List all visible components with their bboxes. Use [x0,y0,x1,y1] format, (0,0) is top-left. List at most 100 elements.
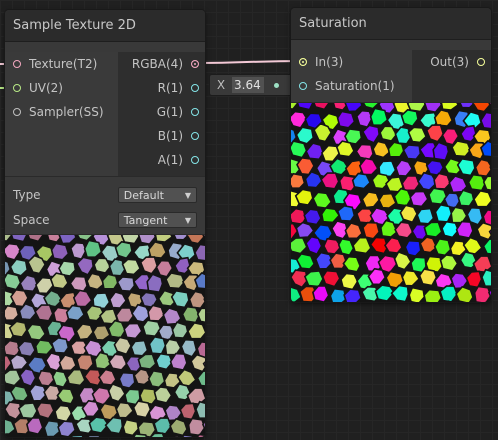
voronoi-cell [451,140,472,158]
port-r[interactable]: R(1) [158,76,199,100]
port-rgba[interactable]: RGBA(4) [132,52,199,76]
voronoi-cell [49,272,69,290]
voronoi-cell [335,140,355,158]
voronoi-cell [148,335,167,355]
texture-preview[interactable] [5,222,205,437]
port-out[interactable]: Out(3) [430,50,485,74]
voronoi-cell [118,371,136,390]
axis-label: X [216,78,226,92]
type-dropdown[interactable]: Default ▼ [117,187,197,203]
port-label: In(3) [315,55,344,69]
voronoi-cell [399,204,419,224]
voronoi-cell [5,304,20,322]
voronoi-cell [83,239,103,259]
sample-texture-2d-node[interactable]: Sample Texture 2D Texture(T2) UV(2) Samp… [5,10,205,437]
voronoi-cell [132,400,152,419]
port-label: UV(2) [29,81,63,95]
voronoi-cell [26,417,44,436]
voronoi-cell [291,172,306,190]
voronoi-cell [51,370,69,389]
voronoi-cell [17,402,38,420]
space-label: Space [13,213,50,227]
voronoi-cell [121,258,142,276]
voronoi-cell [291,140,308,159]
voronoi-cell [312,285,330,302]
space-value: Tangent [123,213,168,227]
voronoi-cell [433,172,452,190]
port-label: Out(3) [430,55,469,69]
voronoi-cell [457,189,475,207]
voronoi-cell [404,239,422,258]
port-label: G(1) [156,105,183,119]
voronoi-cell [418,268,438,287]
wire-rgba-to-in[interactable] [198,60,305,64]
port-sampler[interactable]: Sampler(SS) [13,100,104,124]
type-value: Default [123,188,164,202]
ports-area: Texture(T2) UV(2) Sampler(SS) RGBA(4) R(… [5,52,205,176]
voronoi-cell [336,110,356,129]
output-ports: RGBA(4) R(1) G(1) B(1) A(1) [118,52,205,176]
voronoi-cell [416,207,435,225]
voronoi-cell [147,369,166,389]
port-saturation[interactable]: Saturation(1) [299,74,395,98]
voronoi-cell [50,242,70,261]
space-dropdown[interactable]: Tangent ▼ [117,212,197,228]
voronoi-cell [473,285,491,302]
type-label: Type [13,188,41,202]
output-ports: Out(3) [412,50,491,102]
a-port-icon[interactable] [191,156,199,164]
sampler-port-icon[interactable] [13,108,21,116]
saturation-port-icon[interactable] [299,82,307,90]
voronoi-cell [336,204,356,222]
voronoi-cell [434,203,453,223]
saturation-preview[interactable] [291,90,491,302]
port-label: Saturation(1) [315,79,395,93]
texture-port-icon[interactable] [13,60,21,68]
texture-preview-image [5,222,205,437]
voronoi-cell [407,126,428,144]
voronoi-cell [423,288,443,302]
saturation-preview-image [291,90,491,302]
voronoi-cell [467,173,487,192]
g-port-icon[interactable] [191,108,199,116]
node-title[interactable]: Saturation [291,8,491,40]
voronoi-cell [139,291,159,309]
voronoi-cell [181,305,201,324]
chevron-down-icon: ▼ [184,190,191,200]
port-label: RGBA(4) [131,57,183,71]
node-title[interactable]: Sample Texture 2D [5,10,205,42]
port-uv[interactable]: UV(2) [13,76,63,100]
field-connector-icon [274,82,279,88]
port-label: R(1) [157,81,183,95]
voronoi-cell [130,339,149,357]
input-ports: In(3) Saturation(1) [291,50,412,102]
type-row: Type Default ▼ [13,185,197,205]
saturation-value-field[interactable]: X 3.64 [210,75,292,95]
space-row: Space Tangent ▼ [13,210,197,230]
voronoi-cell [337,238,355,257]
voronoi-cell [5,272,22,291]
voronoi-cell [171,321,189,339]
voronoi-cell [113,336,133,356]
r-port-icon[interactable] [191,84,199,92]
input-ports: Texture(T2) UV(2) Sampler(SS) [5,52,118,176]
voronoi-cell [433,237,452,257]
voronoi-cell [165,272,186,290]
voronoi-cell [303,270,324,288]
b-port-icon[interactable] [191,132,199,140]
port-b[interactable]: B(1) [158,124,199,148]
port-g[interactable]: G(1) [157,100,199,124]
uv-port-icon[interactable] [13,84,21,92]
chevron-down-icon: ▼ [184,215,191,225]
saturation-node[interactable]: Saturation In(3) Saturation(1) Out(3) [291,8,491,302]
port-texture[interactable]: Texture(T2) [13,52,97,76]
port-label: Sampler(SS) [29,105,104,119]
port-label: Texture(T2) [29,57,98,71]
saturation-value-input[interactable]: 3.64 [232,77,264,93]
port-a[interactable]: A(1) [158,148,199,172]
rgba-port-icon[interactable] [191,60,199,68]
port-label: B(1) [157,129,183,143]
port-in[interactable]: In(3) [299,50,343,74]
in-port-icon[interactable] [299,58,307,66]
out-port-icon[interactable] [477,58,485,66]
